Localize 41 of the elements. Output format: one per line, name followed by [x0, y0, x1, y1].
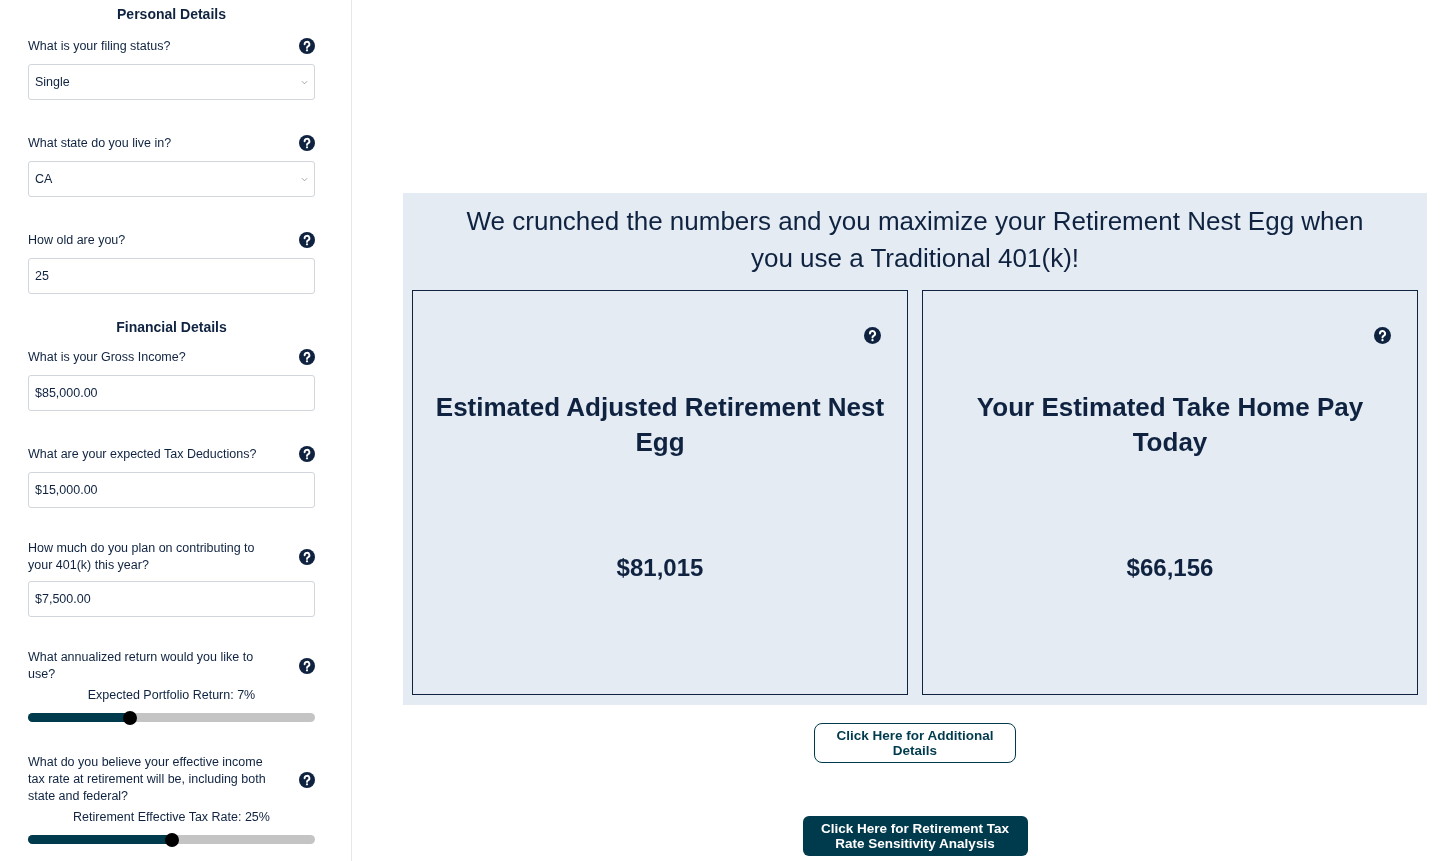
- help-icon[interactable]: [299, 135, 315, 151]
- action-button[interactable]: Click Here for Additional Details: [814, 723, 1016, 763]
- help-icon[interactable]: [299, 38, 315, 54]
- field-label: What is your filing status?: [28, 37, 171, 55]
- input-field[interactable]: $7,500.00: [28, 581, 315, 617]
- field-label: What do you believe your effective income tax rate at retirement will be, including both state and federal?: [28, 754, 267, 805]
- card-value: $81,015: [616, 553, 704, 583]
- section-heading: Financial Details: [115, 318, 228, 336]
- help-icon[interactable]: [299, 771, 315, 788]
- card-title: Estimated Adjusted Retirement Nest Egg: [434, 391, 886, 459]
- card-value: $66,156: [1126, 553, 1214, 583]
- card-title: Your Estimated Take Home Pay Today: [975, 391, 1365, 459]
- slider-caption: Retirement Effective Tax Rate: 25%: [72, 809, 271, 825]
- input-field[interactable]: 25: [28, 258, 315, 294]
- input-field[interactable]: $85,000.00: [28, 375, 315, 411]
- help-icon[interactable]: [864, 327, 881, 344]
- select-field[interactable]: Single: [28, 64, 315, 100]
- slider-thumb[interactable]: [164, 832, 179, 847]
- help-icon[interactable]: [299, 549, 315, 565]
- input-field[interactable]: $15,000.00: [28, 472, 315, 508]
- help-icon[interactable]: [299, 658, 315, 674]
- slider-track[interactable]: [28, 713, 315, 722]
- field-label: How old are you?: [28, 231, 126, 249]
- select-field[interactable]: CA: [28, 161, 315, 197]
- section-heading: Personal Details: [116, 5, 227, 23]
- field-label: What is your Gross Income?: [28, 348, 186, 366]
- chevron-down-icon: [301, 176, 308, 182]
- field-label: What are your expected Tax Deductions?: [28, 445, 257, 463]
- field-label: What annualized return would you like to use?: [28, 649, 255, 683]
- slider-thumb[interactable]: [122, 710, 137, 725]
- field-label: How much do you plan on contributing to your 401(k) this year?: [28, 540, 256, 574]
- action-button[interactable]: Click Here for Retirement Tax Rate Sensitivity Analysis: [802, 816, 1028, 856]
- help-icon[interactable]: [299, 446, 315, 462]
- slider-caption: Expected Portfolio Return: 7%: [86, 687, 257, 703]
- field-label: What state do you live in?: [28, 134, 172, 152]
- chevron-down-icon: [301, 79, 308, 85]
- help-icon[interactable]: [1374, 327, 1391, 344]
- slider-track[interactable]: [28, 835, 315, 844]
- result-headline: We crunched the numbers and you maximize your Retirement Nest Egg when you use a Traditional 401(k)!: [465, 205, 1365, 275]
- help-icon[interactable]: [299, 232, 315, 248]
- help-icon[interactable]: [299, 349, 315, 365]
